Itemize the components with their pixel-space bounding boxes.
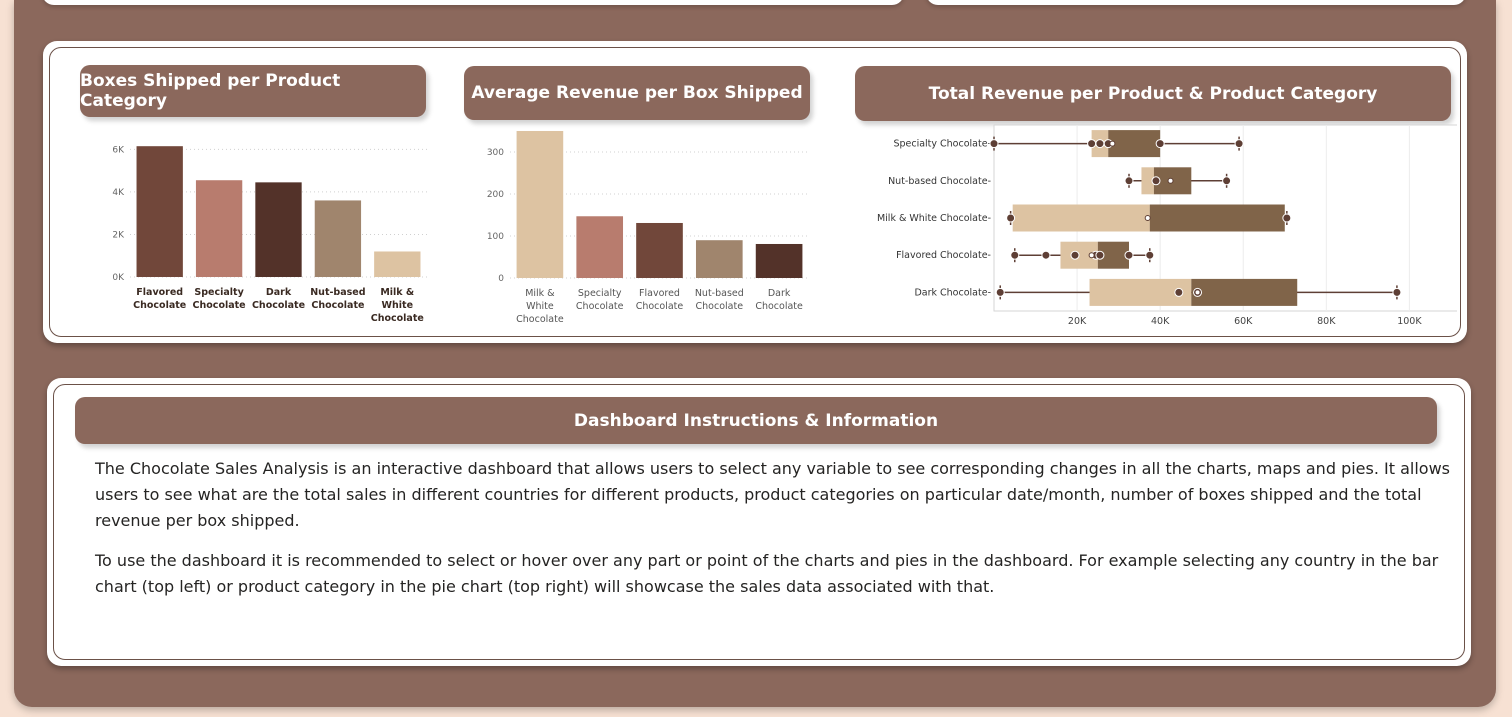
avg-category-label: Chocolate bbox=[636, 301, 684, 312]
avg-revenue-chart[interactable]: 0 100 200 300 Milk & White Chocolate Specialty C… bbox=[464, 119, 824, 331]
avg-category-label: Chocolate bbox=[516, 314, 564, 325]
avg-category-label: Chocolate bbox=[696, 301, 744, 312]
boxes-shipped-title: Boxes Shipped per Product Category bbox=[80, 65, 426, 117]
info-paragraph-1: The Chocolate Sales Analysis is an inter… bbox=[95, 459, 1450, 530]
info-paragraph-2: To use the dashboard it is recommended t… bbox=[95, 551, 1439, 596]
avg-revenue-title-text: Average Revenue per Box Shipped bbox=[471, 83, 803, 103]
boxes-category-label: Chocolate bbox=[311, 300, 364, 311]
info-body: The Chocolate Sales Analysis is an inter… bbox=[95, 456, 1455, 614]
total-category-label: Dark Chocolate- bbox=[914, 287, 991, 298]
total-category-label: Specialty Chocolate- bbox=[893, 139, 991, 150]
total-point bbox=[1010, 250, 1020, 260]
boxes-shipped-chart[interactable]: 0K 2K 4K 6K Flavored Chocolate Specialty Chocol… bbox=[80, 119, 436, 331]
boxes-bar[interactable] bbox=[374, 251, 421, 277]
total-xtick-label: 40K bbox=[1151, 316, 1170, 327]
total-xtick-label: 20K bbox=[1068, 316, 1087, 327]
total-mean-marker bbox=[1109, 140, 1116, 147]
boxes-bar[interactable] bbox=[255, 182, 302, 277]
total-category-label: Nut-based Chocolate- bbox=[888, 176, 991, 187]
total-revenue-title-text: Total Revenue per Product & Product Cate… bbox=[928, 83, 1378, 104]
total-point bbox=[1095, 139, 1105, 149]
total-mean-marker bbox=[1088, 252, 1095, 259]
total-point bbox=[1041, 250, 1051, 260]
avg-category-label: Milk & bbox=[525, 288, 555, 299]
dashboard-frame: Boxes Shipped per Product Category 0K 2K 4… bbox=[14, 0, 1496, 707]
avg-ytick-label: 100 bbox=[487, 232, 504, 242]
avg-bar[interactable] bbox=[636, 222, 683, 278]
boxes-bar[interactable] bbox=[136, 146, 183, 277]
boxes-category-label: Specialty bbox=[194, 287, 244, 298]
total-mean-marker bbox=[1144, 215, 1151, 221]
avg-category-label: Chocolate bbox=[755, 301, 803, 312]
total-point bbox=[1234, 139, 1244, 149]
total-point bbox=[1095, 250, 1105, 260]
boxes-category-label: Chocolate bbox=[133, 300, 186, 311]
avg-category-label: Specialty bbox=[578, 288, 622, 299]
info-title-text: Dashboard Instructions & Information bbox=[573, 410, 939, 431]
avg-ytick-label: 200 bbox=[487, 190, 504, 200]
total-point bbox=[1070, 250, 1080, 260]
boxes-category-label: Flavored bbox=[136, 287, 183, 298]
avg-ytick-label: 300 bbox=[487, 148, 504, 158]
total-box-upper[interactable] bbox=[1191, 278, 1298, 306]
total-category-label: Milk & White Chocolate- bbox=[877, 213, 991, 224]
total-point bbox=[989, 139, 999, 149]
avg-bar[interactable] bbox=[516, 131, 564, 278]
total-mean-marker bbox=[1167, 177, 1174, 184]
boxes-category-label: Chocolate bbox=[193, 300, 246, 311]
total-box-upper[interactable] bbox=[1149, 204, 1285, 232]
avg-bar[interactable] bbox=[576, 216, 624, 278]
avg-category-label: Chocolate bbox=[576, 301, 624, 312]
boxes-category-label: Dark bbox=[266, 287, 292, 298]
total-point bbox=[1174, 287, 1184, 297]
boxes-category-label: Milk & bbox=[380, 287, 414, 298]
total-point bbox=[1087, 139, 1097, 149]
boxes-ytick-label: 2K bbox=[112, 230, 125, 240]
boxes-bar[interactable] bbox=[195, 180, 243, 277]
total-point bbox=[1124, 250, 1134, 260]
avg-bar[interactable] bbox=[755, 243, 803, 278]
avg-revenue-title: Average Revenue per Box Shipped bbox=[464, 66, 810, 120]
total-point bbox=[1155, 139, 1165, 149]
total-point bbox=[1006, 213, 1016, 223]
boxes-shipped-title-text: Boxes Shipped per Product Category bbox=[80, 71, 341, 111]
total-point bbox=[1222, 176, 1232, 186]
top-right-card-edge bbox=[926, 0, 1466, 5]
total-point bbox=[1392, 287, 1402, 297]
total-revenue-title: Total Revenue per Product & Product Cate… bbox=[855, 66, 1451, 121]
total-point bbox=[1145, 250, 1155, 260]
avg-category-label: Nut-based bbox=[695, 288, 744, 299]
avg-category-label: Dark bbox=[768, 288, 791, 299]
charts-panel: Boxes Shipped per Product Category 0K 2K 4… bbox=[43, 41, 1467, 343]
avg-ytick-label: 0 bbox=[498, 274, 504, 284]
boxes-ytick-label: 4K bbox=[112, 188, 125, 198]
info-panel: Dashboard Instructions & Information The… bbox=[47, 378, 1471, 666]
total-category-label: Flavored Chocolate- bbox=[896, 250, 991, 261]
total-point bbox=[1124, 176, 1134, 186]
total-xtick-label: 80K bbox=[1317, 316, 1336, 327]
total-revenue-chart[interactable]: 20K 40K 60K 80K 100K Specialty Chocolate- Nut-… bbox=[847, 123, 1457, 333]
avg-bar[interactable] bbox=[695, 240, 743, 278]
boxes-category-label: White bbox=[382, 300, 413, 311]
avg-category-label: White bbox=[526, 301, 554, 312]
boxes-bar[interactable] bbox=[314, 200, 362, 277]
total-mean-marker bbox=[1194, 289, 1201, 296]
total-point bbox=[1282, 213, 1292, 223]
boxes-ytick-label: 0K bbox=[112, 273, 125, 283]
boxes-category-label: Chocolate bbox=[371, 313, 424, 324]
info-title: Dashboard Instructions & Information bbox=[75, 397, 1437, 444]
total-xtick-label: 60K bbox=[1234, 316, 1253, 327]
total-xtick-label: 100K bbox=[1397, 316, 1422, 327]
avg-category-label: Flavored bbox=[639, 288, 680, 299]
top-left-card-edge bbox=[42, 0, 904, 5]
total-box-upper[interactable] bbox=[1108, 130, 1161, 158]
boxes-ytick-label: 6K bbox=[112, 145, 125, 155]
boxes-category-label: Chocolate bbox=[252, 300, 305, 311]
total-point bbox=[1151, 176, 1161, 186]
total-box-lower bbox=[1012, 204, 1150, 232]
total-point bbox=[995, 287, 1005, 297]
boxes-category-label: Nut-based bbox=[310, 287, 365, 298]
